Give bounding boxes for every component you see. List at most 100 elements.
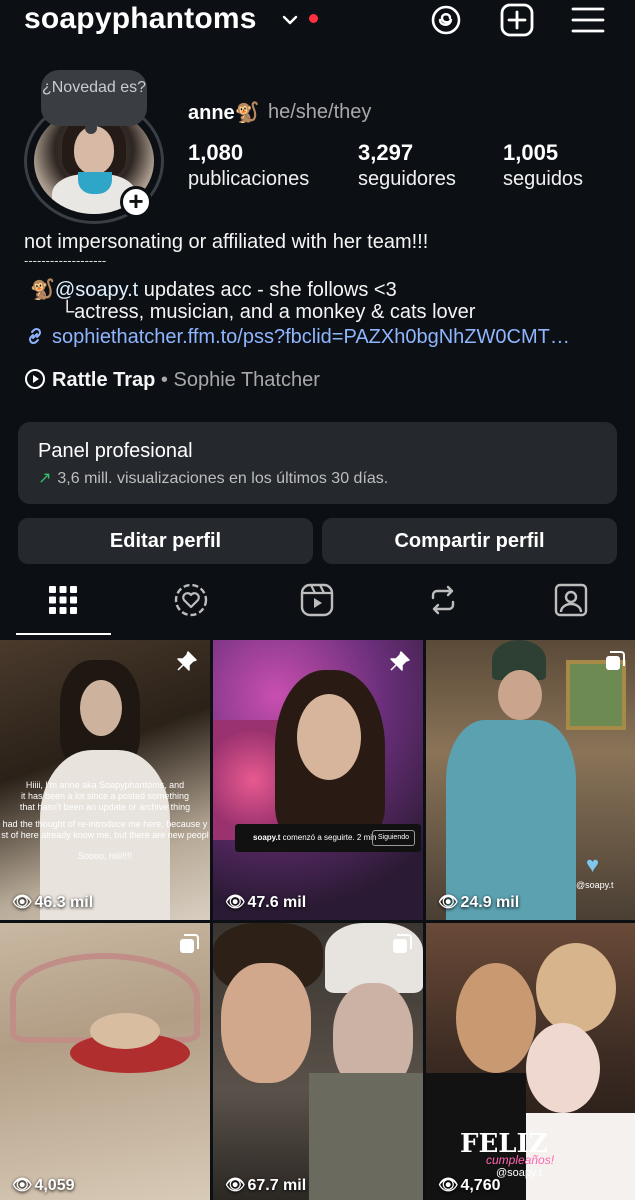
collab-icon[interactable]	[171, 580, 211, 620]
professional-dashboard[interactable]: Panel profesional ↗ 3,6 mill. visualizaci…	[18, 422, 617, 504]
bio-line-3: 🐒@soapy.t updates acc - she follows <3	[30, 277, 397, 302]
profile-username[interactable]: soapyphantoms	[24, 2, 257, 36]
post-views: 👁 67.7 mil	[225, 1175, 306, 1195]
post-views-count: 46.3 mil	[34, 894, 94, 911]
chevron-down-icon[interactable]	[280, 10, 300, 30]
eye-icon: 👁	[225, 1177, 246, 1194]
post-5-face-left	[221, 963, 311, 1083]
grid-icon[interactable]	[43, 580, 83, 620]
post-3-tag: @soapy.t	[576, 880, 614, 890]
post-6-face-center	[526, 1023, 600, 1113]
bio-line-1: not impersonating or affiliated with her…	[24, 231, 429, 253]
pin-icon	[390, 651, 410, 671]
post-1-caption: Hiiii, I'm anne aka Soapyphantoms, and i…	[0, 780, 210, 862]
post-tile[interactable]: FELIZ cumpleaños! @soapy.t 👁 4,760	[426, 923, 635, 1200]
eye-icon: 👁	[438, 1177, 459, 1194]
tagged-icon[interactable]	[551, 580, 591, 620]
followers-count[interactable]: 3,297	[358, 140, 413, 166]
follow-notification: soapy.t comenzó a seguirte. 2 min Siguie…	[235, 824, 421, 852]
post-views-count: 4,059	[34, 1177, 75, 1194]
notif-text: comenzó a seguirte. 2 min	[280, 833, 377, 842]
music-separator: •	[155, 369, 174, 391]
top-bar: soapyphantoms	[0, 0, 635, 44]
eye-icon: 👁	[438, 894, 459, 911]
post-1-face	[80, 680, 122, 736]
eye-icon: 👁	[12, 894, 33, 911]
post-views: 👁 4,760	[438, 1175, 501, 1195]
pin-icon	[177, 651, 197, 671]
bio-line-4: └actress, musician, and a monkey & cats …	[60, 301, 476, 323]
note-bubble[interactable]: ¿Novedad es?	[41, 70, 147, 134]
panel-subtitle: ↗ 3,6 mill. visualizaciones en los último…	[38, 468, 388, 488]
post-tile[interactable]: soapy.t comenzó a seguirte. 2 min Siguie…	[213, 640, 423, 920]
threads-icon[interactable]	[428, 2, 464, 38]
reels-icon[interactable]	[297, 580, 337, 620]
post-views-count: 47.6 mil	[247, 894, 307, 911]
create-icon[interactable]	[499, 2, 535, 38]
play-icon	[25, 369, 45, 389]
multi-icon	[180, 934, 199, 953]
bio-link-text[interactable]: sophiethatcher.ffm.to/pss?fbclid=PAZXh0b…	[52, 326, 570, 348]
share-profile-button[interactable]: Compartir perfil	[322, 518, 617, 564]
post-6-cumple: cumpleaños!	[486, 1153, 555, 1167]
profile-music[interactable]: Rattle Trap • Sophie Thatcher	[24, 368, 320, 392]
bio-line-3-text: updates acc - she follows <3	[138, 279, 397, 301]
post-tile[interactable]: ♥ @soapy.t 👁 24.9 mil	[426, 640, 635, 920]
mention-link[interactable]: @soapy.t	[55, 279, 138, 301]
post-views-count: 24.9 mil	[460, 894, 520, 911]
following-pill: Siguiendo	[371, 830, 415, 846]
bio-link[interactable]: sophiethatcher.ffm.to/pss?fbclid=PAZXh0b…	[24, 326, 614, 349]
post-4-figure	[90, 1013, 160, 1049]
post-3-face	[498, 670, 542, 720]
music-title: Rattle Trap	[52, 369, 156, 391]
following-label[interactable]: seguidos	[503, 168, 583, 191]
panel-title: Panel profesional	[38, 440, 193, 462]
eye-icon: 👁	[225, 894, 246, 911]
notif-handle: soapy.t	[253, 833, 281, 842]
multi-icon	[606, 651, 625, 670]
notification-dot	[309, 14, 318, 23]
post-tile[interactable]: Hiiii, I'm anne aka Soapyphantoms, and i…	[0, 640, 210, 920]
eye-icon: 👁	[12, 1177, 33, 1194]
post-6-tag: @soapy.t	[496, 1167, 542, 1179]
active-tab-indicator	[16, 633, 111, 635]
monkey-emoji: 🐒	[30, 279, 55, 301]
post-6-face-left	[456, 963, 536, 1073]
add-story-button[interactable]: +	[120, 186, 152, 218]
post-views: 👁 24.9 mil	[438, 892, 519, 912]
post-3-coat	[446, 720, 576, 920]
avatar-cup	[78, 172, 112, 194]
post-6-face-back	[536, 943, 616, 1033]
post-1-caption-line: Soooo, hiiii!!!!	[77, 851, 133, 861]
post-tile[interactable]: 👁 4,059	[0, 923, 210, 1200]
bio-line-2: -------------------	[24, 253, 107, 268]
posts-count[interactable]: 1,080	[188, 140, 243, 166]
post-views-count: 67.7 mil	[247, 1177, 307, 1194]
following-count[interactable]: 1,005	[503, 140, 558, 166]
multi-icon	[393, 934, 412, 953]
reposts-icon[interactable]	[423, 580, 463, 620]
post-tile[interactable]: 👁 67.7 mil	[213, 923, 423, 1200]
menu-icon[interactable]	[570, 2, 606, 38]
panel-subtitle-text: 3,6 mill. visualizaciones en los últimos…	[57, 470, 389, 487]
post-1-caption-line: that hasn't been an update or archive th…	[19, 802, 191, 812]
post-1-caption-line: st of here already know me, but there ar…	[1, 830, 209, 840]
post-3-heart: ♥	[586, 852, 600, 877]
edit-profile-button[interactable]: Editar perfil	[18, 518, 313, 564]
followers-label[interactable]: seguidores	[358, 168, 456, 191]
post-views: 👁 46.3 mil	[12, 892, 93, 912]
post-views: 👁 47.6 mil	[225, 892, 306, 912]
note-text: ¿Novedad es?	[41, 79, 147, 96]
post-views: 👁 4,059	[12, 1175, 75, 1195]
link-icon	[28, 327, 42, 345]
post-2-face	[297, 694, 361, 780]
trend-up-icon: ↗	[38, 470, 52, 487]
post-views-count: 4,760	[460, 1177, 501, 1194]
post-1-caption-line: had the thought of re-introduce me here,…	[2, 819, 208, 829]
post-1-caption-line: Hiiii, I'm anne aka Soapyphantoms, and	[25, 780, 185, 790]
profile-name: anne🐒	[188, 102, 260, 124]
music-artist: Sophie Thatcher	[173, 369, 320, 391]
posts-label[interactable]: publicaciones	[188, 168, 309, 191]
post-1-caption-line: it has been a lot since a posted somethi…	[20, 791, 190, 801]
profile-pronouns: he/she/they	[268, 101, 372, 123]
